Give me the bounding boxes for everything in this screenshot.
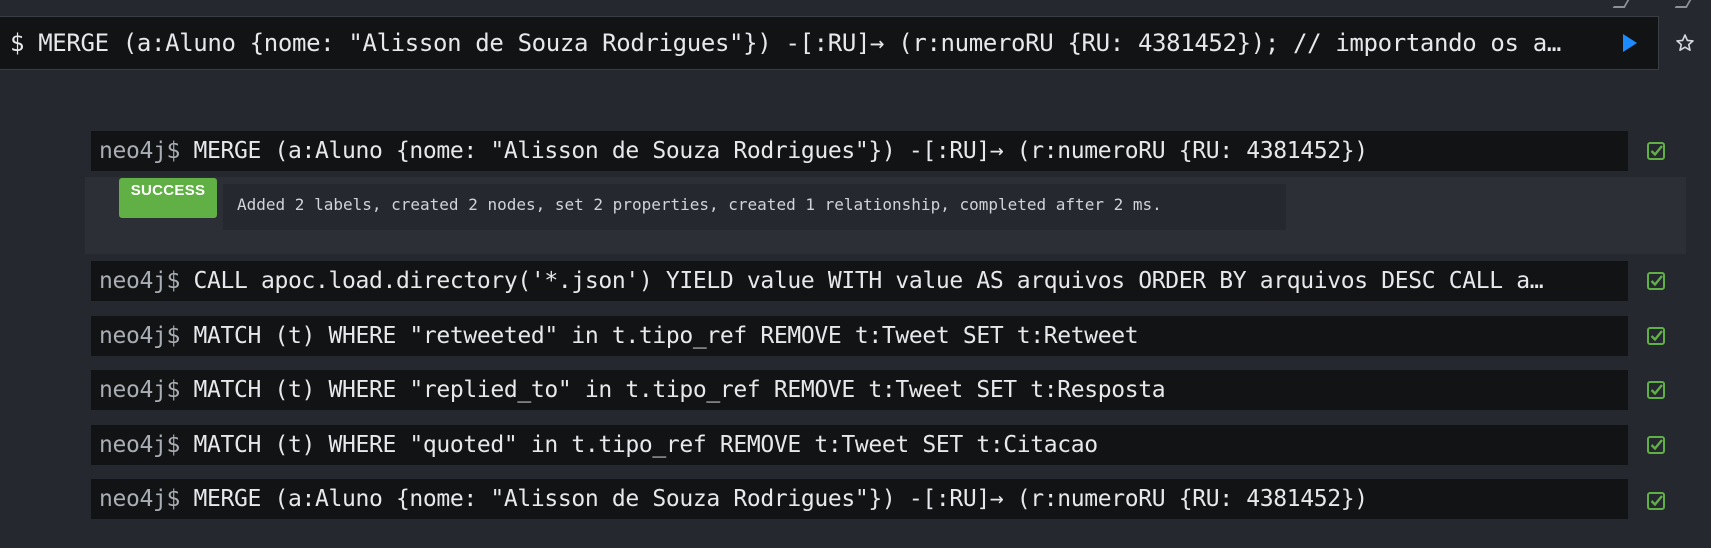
star-icon (1676, 34, 1694, 52)
frame-prompt: neo4j$ (99, 138, 180, 164)
frame-prompt: neo4j$ (99, 323, 180, 349)
success-badge: SUCCESS (119, 178, 217, 218)
query-editor-input[interactable]: $ MERGE (a:Aluno {nome: "Alisson de Souz… (10, 29, 1610, 57)
collapse-icon[interactable] (1674, 0, 1692, 8)
run-query-button[interactable] (1610, 23, 1650, 63)
frame-command: MATCH (t) WHERE "replied_to" in t.tipo_r… (179, 377, 1166, 403)
check-square-icon (1646, 271, 1666, 291)
neo4j-browser-stream: $ MERGE (a:Aluno {nome: "Alisson de Souz… (0, 0, 1711, 548)
frame-prompt: neo4j$ (99, 377, 180, 403)
query-frame-4[interactable]: neo4j$ MATCH (t) WHERE "replied_to" in t… (91, 370, 1628, 410)
check-square-icon (1646, 141, 1666, 161)
check-square-icon (1646, 326, 1666, 346)
query-frame-3[interactable]: neo4j$ MATCH (t) WHERE "retweeted" in t.… (91, 316, 1628, 356)
frame-command: MATCH (t) WHERE "quoted" in t.tipo_ref R… (179, 432, 1098, 458)
favorite-button[interactable] (1672, 30, 1698, 56)
query-frame-5[interactable]: neo4j$ MATCH (t) WHERE "quoted" in t.tip… (91, 425, 1628, 465)
frame-command: CALL apoc.load.directory('*.json') YIELD… (179, 268, 1544, 294)
window-controls (1612, 0, 1692, 8)
query-editor[interactable]: $ MERGE (a:Aluno {nome: "Alisson de Souz… (0, 16, 1659, 70)
frame-prompt: neo4j$ (99, 486, 180, 512)
pin-icon[interactable] (1612, 0, 1630, 8)
result-message: Added 2 labels, created 2 nodes, set 2 p… (223, 184, 1286, 230)
play-icon (1623, 34, 1637, 52)
check-square-icon (1646, 380, 1666, 400)
frame-command: MERGE (a:Aluno {nome: "Alisson de Souza … (179, 486, 1368, 512)
frame-result-panel: SUCCESS Added 2 labels, created 2 nodes,… (85, 177, 1686, 254)
frame-prompt: neo4j$ (99, 268, 180, 294)
frame-prompt: neo4j$ (99, 432, 180, 458)
query-frame-2[interactable]: neo4j$ CALL apoc.load.directory('*.json'… (91, 261, 1628, 301)
frame-command: MERGE (a:Aluno {nome: "Alisson de Souza … (179, 138, 1368, 164)
check-square-icon (1646, 491, 1666, 511)
check-square-icon (1646, 435, 1666, 455)
query-frame-1[interactable]: neo4j$ MERGE (a:Aluno {nome: "Alisson de… (91, 131, 1628, 171)
query-frame-6[interactable]: neo4j$ MERGE (a:Aluno {nome: "Alisson de… (91, 479, 1628, 519)
frame-command: MATCH (t) WHERE "retweeted" in t.tipo_re… (179, 323, 1139, 349)
